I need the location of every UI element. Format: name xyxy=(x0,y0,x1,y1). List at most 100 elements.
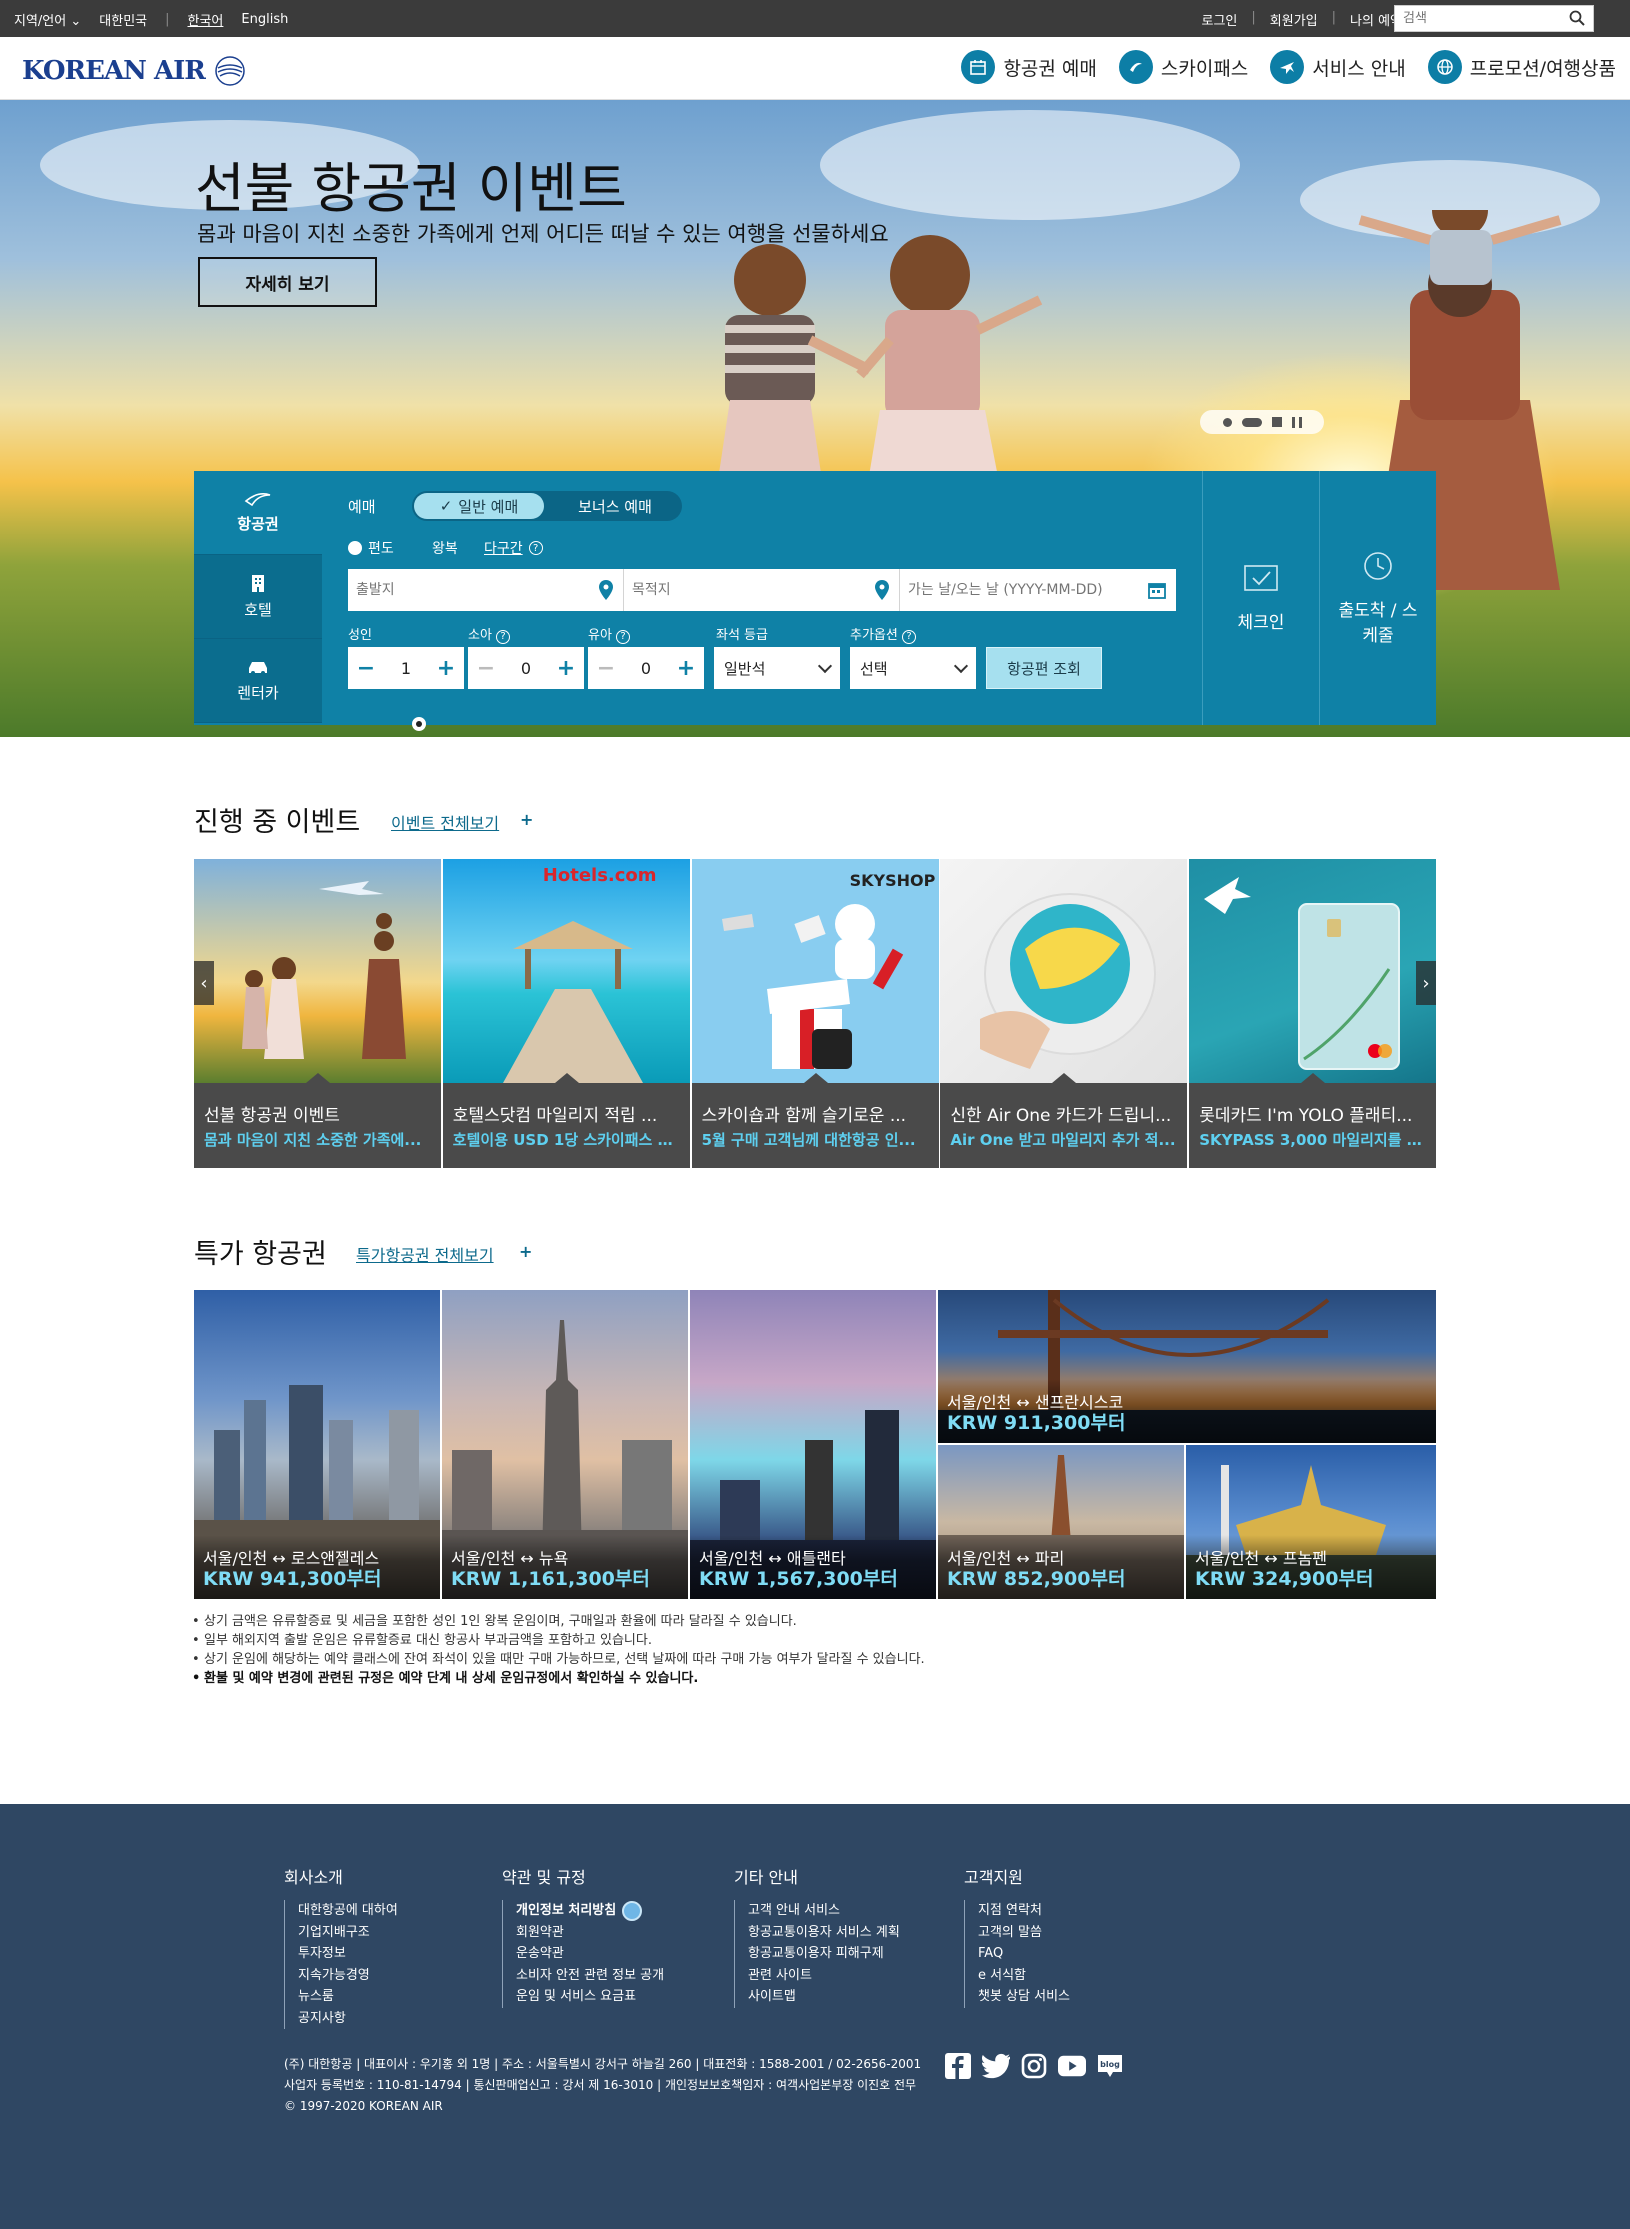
nav-skypass[interactable]: 스카이패스 xyxy=(1118,50,1248,84)
help-icon[interactable]: ? xyxy=(901,629,916,644)
footer-link[interactable]: 고객 안내 서비스 xyxy=(748,1900,900,1922)
deal-card[interactable]: 서울/인천 ↔ 로스앤젤레스 KRW 941,300부터 xyxy=(194,1290,440,1599)
deal-notes: 상기 금액은 유류할증료 및 세금을 포함한 성인 1인 왕복 운임이며, 구매… xyxy=(192,1612,925,1688)
footer-link[interactable]: 뉴스룸 xyxy=(298,1986,398,2008)
footer-link[interactable]: 사이트맵 xyxy=(748,1986,900,2008)
bonus-booking-option[interactable]: 보너스 예매 xyxy=(550,493,680,519)
option-select[interactable]: 선택 xyxy=(850,647,976,689)
flight-search-button[interactable]: 항공편 조회 xyxy=(986,647,1102,689)
help-icon[interactable]: ? xyxy=(496,629,511,644)
lang-english-link[interactable]: English xyxy=(241,12,288,27)
deal-card[interactable]: 서울/인천 ↔ 프놈펜 KRW 324,900부터 xyxy=(1186,1445,1436,1599)
plus-button[interactable]: + xyxy=(548,647,584,689)
child-label: 소아 ? xyxy=(468,624,511,644)
minus-button[interactable]: − xyxy=(468,647,504,689)
schedule-button[interactable]: 출도착 / 스케줄 xyxy=(1319,471,1436,725)
search-icon[interactable] xyxy=(1569,10,1585,26)
event-card[interactable]: SKYSHOP 스카이숍과 함께 슬기로운 ... 5월 구매 고객님께 대한항… xyxy=(691,859,939,1168)
trip-oneway-radio[interactable]: 편도 xyxy=(348,538,394,558)
footer-link[interactable]: FAQ xyxy=(978,1943,1070,1965)
event-card[interactable]: 선불 항공권 이벤트 몸과 마음이 지친 소중한 가족에... xyxy=(194,859,441,1168)
footer-link[interactable]: 회원약관 xyxy=(516,1922,664,1944)
footer-col-title: 약관 및 규정 xyxy=(502,1868,586,1887)
nav-promotion[interactable]: 프로모션/여행상품 xyxy=(1427,50,1616,84)
carousel-dot-active[interactable] xyxy=(1241,417,1262,427)
event-card[interactable]: 신한 Air One 카드가 드립니... Air One 받고 마일리지 추가… xyxy=(940,859,1188,1168)
deals-title: 특가 항공권 xyxy=(194,1239,327,1270)
hotels-brand: Hotels.com xyxy=(542,865,657,886)
hero-cloud xyxy=(820,110,1240,220)
footer-link[interactable]: 관련 사이트 xyxy=(748,1965,900,1987)
hero-more-button[interactable]: 자세히 보기 xyxy=(198,257,377,307)
login-link[interactable]: 로그인 xyxy=(1202,10,1238,29)
stop-icon[interactable] xyxy=(1271,417,1282,427)
normal-booking-option[interactable]: ✓ 일반 예매 xyxy=(414,493,544,519)
plus-button[interactable]: + xyxy=(428,647,464,689)
location-pin-icon[interactable] xyxy=(599,580,613,600)
youtube-icon[interactable] xyxy=(1058,2052,1086,2080)
footer-link[interactable]: 공지사항 xyxy=(298,2008,398,2030)
carousel-next-arrow[interactable]: › xyxy=(1416,961,1436,1005)
twitter-icon[interactable] xyxy=(982,2052,1010,2080)
pause-icon[interactable] xyxy=(1291,416,1302,428)
deals-all-link[interactable]: 특가항공권 전체보기 xyxy=(356,1242,494,1266)
trip-round-radio[interactable]: 왕복 xyxy=(412,538,458,731)
footer-link[interactable]: 항공교통이용자 피해구제 xyxy=(748,1943,900,1965)
tab-hotel[interactable]: 호텔 xyxy=(194,555,322,639)
from-input[interactable] xyxy=(348,569,623,611)
nav-service[interactable]: 서비스 안내 xyxy=(1270,50,1406,84)
chevron-down-icon xyxy=(817,658,833,674)
nav-booking[interactable]: 항공권 예매 xyxy=(961,50,1097,84)
deal-card[interactable]: 서울/인천 ↔ 애틀랜타 KRW 1,567,300부터 xyxy=(690,1290,936,1599)
footer-link[interactable]: 개인정보 처리방침 xyxy=(516,1900,664,1922)
footer-link[interactable]: 대한항공에 대하여 xyxy=(298,1900,398,1922)
calendar-icon[interactable] xyxy=(1148,581,1166,599)
event-card[interactable]: Hotels.com 호텔스닷컴 마일리지 적립 ... 호텔이용 USD 1당… xyxy=(442,859,690,1168)
deal-card[interactable]: 서울/인천 ↔ 파리 KRW 852,900부터 xyxy=(938,1445,1184,1599)
help-icon[interactable]: ? xyxy=(616,629,631,644)
tab-rentcar[interactable]: 렌터카 xyxy=(194,639,322,723)
events-all-link[interactable]: 이벤트 전체보기 xyxy=(391,810,499,834)
signup-link[interactable]: 회원가입 xyxy=(1270,10,1318,29)
footer-link[interactable]: 지속가능경영 xyxy=(298,1965,398,1987)
carousel-prev-arrow[interactable]: ‹ xyxy=(194,961,214,1005)
deal-price: KRW 1,161,300부터 xyxy=(451,1568,650,1590)
search-input[interactable] xyxy=(1395,6,1555,31)
trip-multi-link[interactable]: 다구간? xyxy=(484,538,543,558)
carousel-dot[interactable] xyxy=(1222,417,1232,427)
to-input[interactable] xyxy=(624,569,899,611)
region-language-dropdown[interactable]: 지역/언어 ⌄ xyxy=(14,10,81,29)
footer-link[interactable]: 기업지배구조 xyxy=(298,1922,398,1944)
footer-link[interactable]: 고객의 말씀 xyxy=(978,1922,1070,1944)
lang-korean-link[interactable]: 한국어 xyxy=(188,10,224,29)
minus-button[interactable]: − xyxy=(348,647,384,689)
location-pin-icon[interactable] xyxy=(875,580,889,600)
footer-link[interactable]: 운임 및 서비스 요금표 xyxy=(516,1986,664,2008)
deal-card[interactable]: 서울/인천 ↔ 샌프란시스코 KRW 911,300부터 xyxy=(938,1290,1436,1443)
class-label: 좌석 등급 xyxy=(716,628,768,643)
tab-hotel-label: 호텔 xyxy=(244,601,272,619)
company-info-line: 사업자 등록번호 : 110-81-14794 | 통신판매업신고 : 강서 제… xyxy=(284,2078,917,2092)
divider: | xyxy=(165,12,170,27)
deal-card[interactable]: 서울/인천 ↔ 뉴욕 KRW 1,161,300부터 xyxy=(442,1290,688,1599)
footer-link[interactable]: 투자정보 xyxy=(298,1943,398,1965)
country-label[interactable]: 대한민국 xyxy=(99,10,147,29)
footer-link[interactable]: 소비자 안전 관련 정보 공개 xyxy=(516,1965,664,1987)
blog-icon[interactable]: blog xyxy=(1096,2052,1124,2080)
tab-flight[interactable]: 항공권 xyxy=(194,471,322,555)
date-input[interactable] xyxy=(900,569,1176,611)
checkin-button[interactable]: 체크인 xyxy=(1202,471,1319,725)
class-select[interactable]: 일반석 xyxy=(714,647,840,689)
plus-button[interactable]: + xyxy=(668,647,704,689)
minus-button[interactable]: − xyxy=(588,647,624,689)
help-icon[interactable]: ? xyxy=(528,541,543,555)
footer-link[interactable]: 지점 연락처 xyxy=(978,1900,1070,1922)
footer-link[interactable]: e 서식함 xyxy=(978,1965,1070,1987)
facebook-icon[interactable] xyxy=(944,2052,972,2080)
korean-air-logo[interactable]: KOREAN AIR xyxy=(22,54,247,88)
footer-link[interactable]: 운송약관 xyxy=(516,1943,664,1965)
footer-link[interactable]: 항공교통이용자 서비스 계획 xyxy=(748,1922,900,1944)
event-card[interactable]: 롯데카드 I'm YOLO 플래티... SKYPASS 3,000 마일리지를… xyxy=(1189,859,1437,1168)
instagram-icon[interactable] xyxy=(1020,2052,1048,2080)
footer-link[interactable]: 챗봇 상담 서비스 xyxy=(978,1986,1070,2008)
